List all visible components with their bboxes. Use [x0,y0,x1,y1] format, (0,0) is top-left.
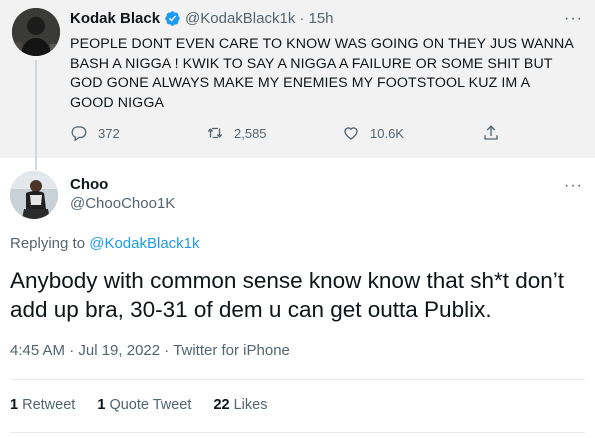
replying-to-label: Replying to [10,235,90,252]
divider [10,432,585,433]
parent-author-row: Kodak Black @KodakBlack1k · 15h [70,10,334,27]
share-icon [484,125,498,140]
reply-icon [71,126,87,142]
replying-to: Replying to @KodakBlack1k [10,235,200,252]
reply-author-handle[interactable]: @ChooChoo1K [70,195,175,212]
author-handle[interactable]: @KodakBlack1k [185,10,295,27]
more-icon[interactable]: ··· [564,11,583,27]
author-name[interactable]: Kodak Black [70,10,160,27]
like-button[interactable]: 10.6K [342,124,404,142]
more-icon[interactable]: ··· [564,178,583,194]
engagement-stats: 1 Retweet 1 Quote Tweet 22 Likes [10,397,285,413]
verified-badge-icon [165,11,180,26]
avatar-image-icon [12,8,60,56]
like-count: 10.6K [370,125,404,141]
retweet-icon [207,127,223,139]
thread-line [35,60,37,170]
reply-tweet-text: Anybody with common sense know know that… [10,268,565,322]
reply-count: 372 [98,125,120,141]
tweet-timestamp[interactable]: 4:45 AM · Jul 19, 2022 · Twitter for iPh… [10,342,290,359]
avatar[interactable] [12,8,60,56]
avatar[interactable] [10,171,58,219]
retweets-stat[interactable]: 1 Retweet [10,397,75,413]
parent-tweet-text: PEOPLE DONT EVEN CARE TO KNOW WAS GOING … [70,36,574,111]
avatar-image-icon [10,171,58,219]
tweet-time[interactable]: · 15h [299,10,333,27]
reply-button[interactable]: 372 [70,124,120,142]
quote-tweets-stat-label: Quote Tweet [105,397,192,413]
replying-to-mention[interactable]: @KodakBlack1k [89,235,199,252]
retweet-button[interactable]: 2,585 [206,124,267,142]
share-button[interactable] [482,124,510,142]
likes-stat-label: Likes [229,397,268,413]
like-icon [344,127,358,140]
likes-stat[interactable]: 22 Likes [213,397,267,413]
retweet-count: 2,585 [234,125,267,141]
divider [10,379,585,380]
quote-tweets-stat[interactable]: 1 Quote Tweet [97,397,191,413]
reply-author-name[interactable]: Choo [70,176,108,193]
parent-action-bar: 372 2,585 10.6K [70,124,510,146]
retweets-stat-label: Retweet [18,397,76,413]
likes-stat-count: 22 [213,397,230,413]
retweets-stat-count: 1 [10,397,19,413]
